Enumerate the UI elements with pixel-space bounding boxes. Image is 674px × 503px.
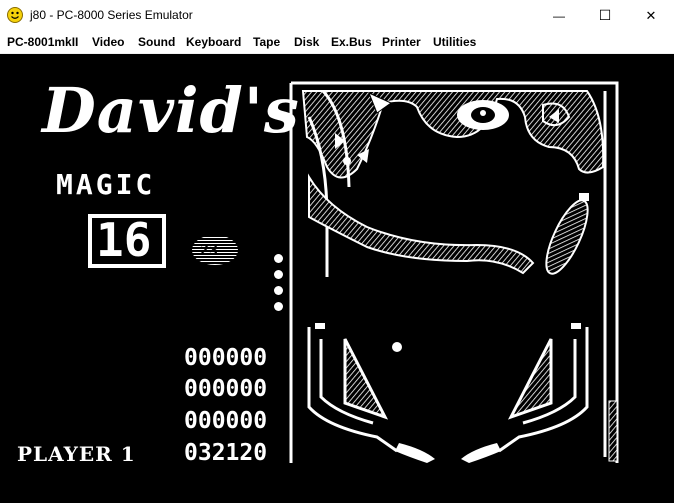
minimize-button[interactable]: — <box>536 0 582 31</box>
ball-remaining-dot <box>274 286 283 295</box>
plunger <box>608 400 618 462</box>
menu-exbus[interactable]: Ex.Bus <box>331 34 372 50</box>
magic-label: MAGIC <box>56 168 156 201</box>
right-pod <box>545 199 589 275</box>
menu-disk[interactable]: Disk <box>294 34 319 50</box>
pinball-playfield <box>289 81 619 463</box>
minimize-icon: — <box>553 8 565 23</box>
left-slingshot <box>343 338 389 420</box>
current-player-label: PLAYER 1 <box>17 442 136 466</box>
window-title: j80 - PC-8000 Series Emulator <box>30 8 193 22</box>
emulator-screen[interactable]: David's MAGIC 16 23 000000 000000 000000… <box>0 54 674 503</box>
mid-lane <box>308 173 535 275</box>
ball-token-number: 23 <box>200 241 219 259</box>
pinball-ball <box>392 342 402 352</box>
left-flipper <box>395 443 435 463</box>
game-logo: David's <box>42 74 300 147</box>
close-icon: ✕ <box>645 7 657 23</box>
title-bar: j80 - PC-8000 Series Emulator — ☐ ✕ <box>0 0 674 31</box>
menu-utilities[interactable]: Utilities <box>433 34 476 50</box>
right-flipper <box>461 443 501 463</box>
menu-keyboard[interactable]: Keyboard <box>186 34 241 50</box>
right-slingshot <box>507 338 553 420</box>
ball-remaining-dot <box>274 254 283 263</box>
magic-counter-value: 16 <box>96 213 152 267</box>
ball-remaining-dot <box>274 270 283 279</box>
score-player-4: 000000 <box>184 408 268 434</box>
score-player-3: 000000 <box>184 376 268 402</box>
menu-printer[interactable]: Printer <box>382 34 421 50</box>
close-button[interactable]: ✕ <box>628 0 674 31</box>
smiley-app-icon <box>7 7 23 23</box>
menu-tape[interactable]: Tape <box>253 34 280 50</box>
maximize-button[interactable]: ☐ <box>582 0 628 31</box>
maximize-icon: ☐ <box>598 7 612 23</box>
menu-bar: PC-8001mkII Video Sound Keyboard Tape Di… <box>0 31 674 54</box>
score-player-1: 032120 <box>184 440 268 466</box>
menu-pc8001mkii[interactable]: PC-8001mkII <box>7 34 78 50</box>
menu-video[interactable]: Video <box>92 34 124 50</box>
score-player-2: 000000 <box>184 345 268 371</box>
menu-sound[interactable]: Sound <box>138 34 175 50</box>
ball-remaining-dot <box>274 302 283 311</box>
